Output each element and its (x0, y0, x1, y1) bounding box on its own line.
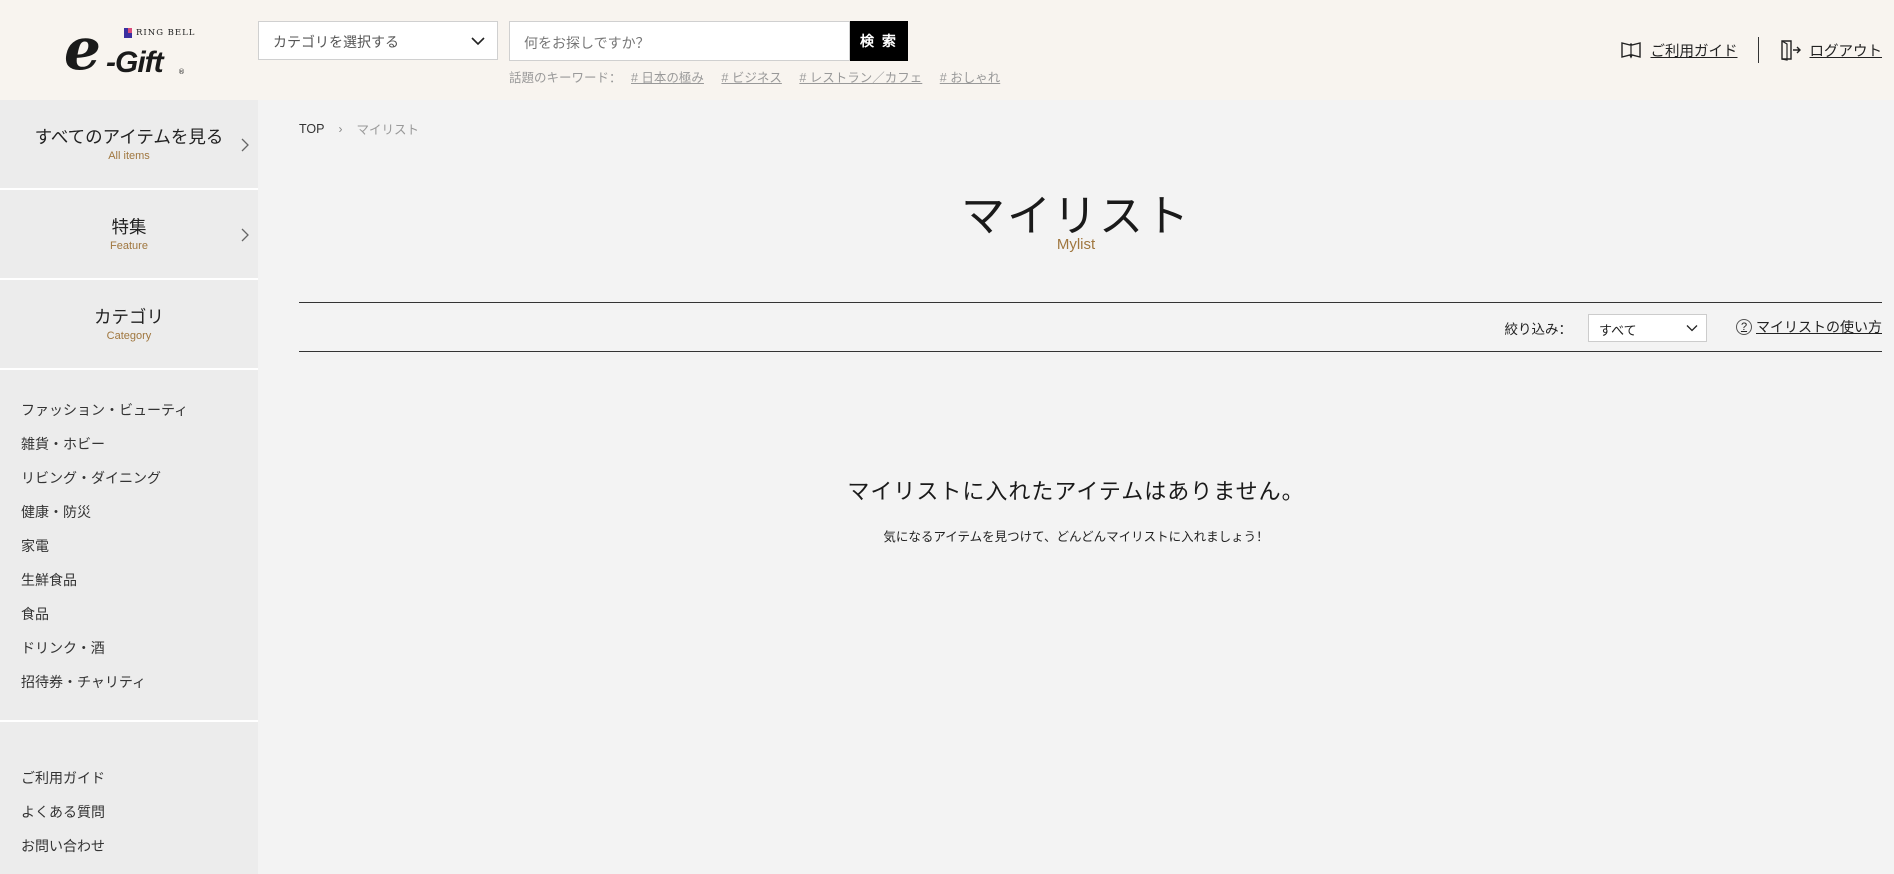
page-subtitle: Mylist (1056, 236, 1096, 253)
search-input[interactable]: 何をお探しですか？ (509, 21, 850, 61)
filter-select[interactable]: すべて (1588, 314, 1707, 342)
filter-label: 絞り込み： (1504, 322, 1573, 337)
breadcrumb-top[interactable]: TOP (299, 122, 324, 136)
chevron-down-icon (1686, 325, 1698, 332)
sidebar-item-label: カテゴリ (94, 307, 164, 327)
sidebar: すべてのアイテムを見る All items 特集 Feature カテゴリ Ca… (0, 100, 258, 874)
footer-link-contact[interactable]: お問い合わせ (21, 836, 258, 870)
category-item[interactable]: 食品 (21, 604, 258, 638)
logo[interactable]: RING BELL e -Gift ® (62, 18, 202, 84)
category-list: ファッション・ビューティ 雑貨・ホビー リビング・ダイニング 健康・防災 家電 … (0, 370, 258, 722)
keyword-link[interactable]: # ビジネス (721, 71, 781, 85)
mylist-help-link[interactable]: ? マイリストの使い方 (1736, 317, 1882, 337)
header-nav: ご利用ガイド ログアウト (1620, 36, 1883, 64)
footer-link-guide[interactable]: ご利用ガイド (21, 768, 258, 802)
sidebar-item-label: 特集 (111, 217, 147, 237)
book-icon (1620, 42, 1641, 59)
footer-link-faq[interactable]: よくある質問 (21, 802, 258, 836)
empty-state-title: マイリストに入れたアイテムはありません。 (847, 479, 1305, 504)
logo-brand-small: RING BELL (136, 28, 196, 38)
logout-link[interactable]: ログアウト (1779, 39, 1883, 61)
breadcrumb-chevron-icon: › (338, 121, 343, 136)
filter-bar: 絞り込み： すべて ? マイリストの使い方 (299, 302, 1882, 352)
category-item[interactable]: 家電 (21, 536, 258, 570)
sidebar-item-all-items[interactable]: すべてのアイテムを見る All items (0, 100, 258, 190)
category-item[interactable]: ファッション・ビューティ (21, 400, 258, 434)
guide-link[interactable]: ご利用ガイド (1620, 39, 1738, 61)
search-button[interactable]: 検 索 (850, 21, 908, 61)
keyword-link[interactable]: # おしゃれ (940, 71, 1000, 85)
sidebar-item-feature[interactable]: 特集 Feature (0, 190, 258, 280)
page-title: マイリスト (961, 192, 1191, 241)
keyword-link[interactable]: # レストラン／カフェ (799, 71, 922, 85)
category-item[interactable]: 招待券・チャリティ (21, 672, 258, 706)
category-item[interactable]: 健康・防災 (21, 502, 258, 536)
category-select[interactable]: カテゴリを選択する (258, 21, 498, 60)
category-item[interactable]: ドリンク・酒 (21, 638, 258, 672)
logout-icon (1780, 40, 1801, 61)
sidebar-item-category: カテゴリ Category (0, 280, 258, 370)
ring-bell-mark-icon (124, 28, 132, 38)
category-item[interactable]: リビング・ダイニング (21, 468, 258, 502)
logo-brand-e: e (64, 15, 101, 83)
sidebar-item-sublabel: All items (108, 150, 150, 162)
category-select-value: カテゴリを選択する (273, 34, 399, 50)
breadcrumb-current: マイリスト (356, 123, 419, 137)
search-placeholder: 何をお探しですか？ (524, 35, 650, 51)
filter-select-value: すべて (1599, 323, 1637, 338)
keyword-link[interactable]: # 日本の極み (631, 71, 704, 85)
category-item[interactable]: 雑貨・ホビー (21, 434, 258, 468)
logo-reg-mark: ® (178, 68, 185, 76)
sidebar-footer-links: ご利用ガイド よくある質問 お問い合わせ (0, 722, 258, 870)
empty-state-message: 気になるアイテムを見つけて、どんどんマイリストに入れましょう！ (883, 530, 1269, 544)
help-icon: ? (1736, 319, 1752, 335)
chevron-down-icon (471, 37, 485, 46)
sidebar-item-label: すべてのアイテムを見る (34, 127, 224, 147)
mylist-help-label: マイリストの使い方 (1756, 319, 1882, 335)
logo-brand-gift: -Gift (106, 46, 164, 79)
breadcrumb: TOP › マイリスト (299, 119, 419, 138)
sidebar-item-sublabel: Category (106, 330, 152, 342)
sidebar-item-sublabel: Feature (110, 240, 148, 252)
logout-link-label: ログアウト (1809, 43, 1883, 60)
guide-link-label: ご利用ガイド (1650, 43, 1738, 60)
header-divider (1757, 37, 1759, 63)
category-item[interactable]: 生鮮食品 (21, 570, 258, 604)
header: RING BELL e -Gift ® カテゴリを選択する 何をお探しですか？ … (0, 0, 1894, 100)
main-content: TOP › マイリスト マイリスト Mylist 絞り込み： すべて ? マイリ… (258, 100, 1894, 874)
keyword-list: 話題のキーワード： # 日本の極み # ビジネス # レストラン／カフェ # お… (509, 67, 1014, 86)
chevron-right-icon (241, 138, 249, 152)
keywords-label: 話題のキーワード： (509, 71, 622, 85)
